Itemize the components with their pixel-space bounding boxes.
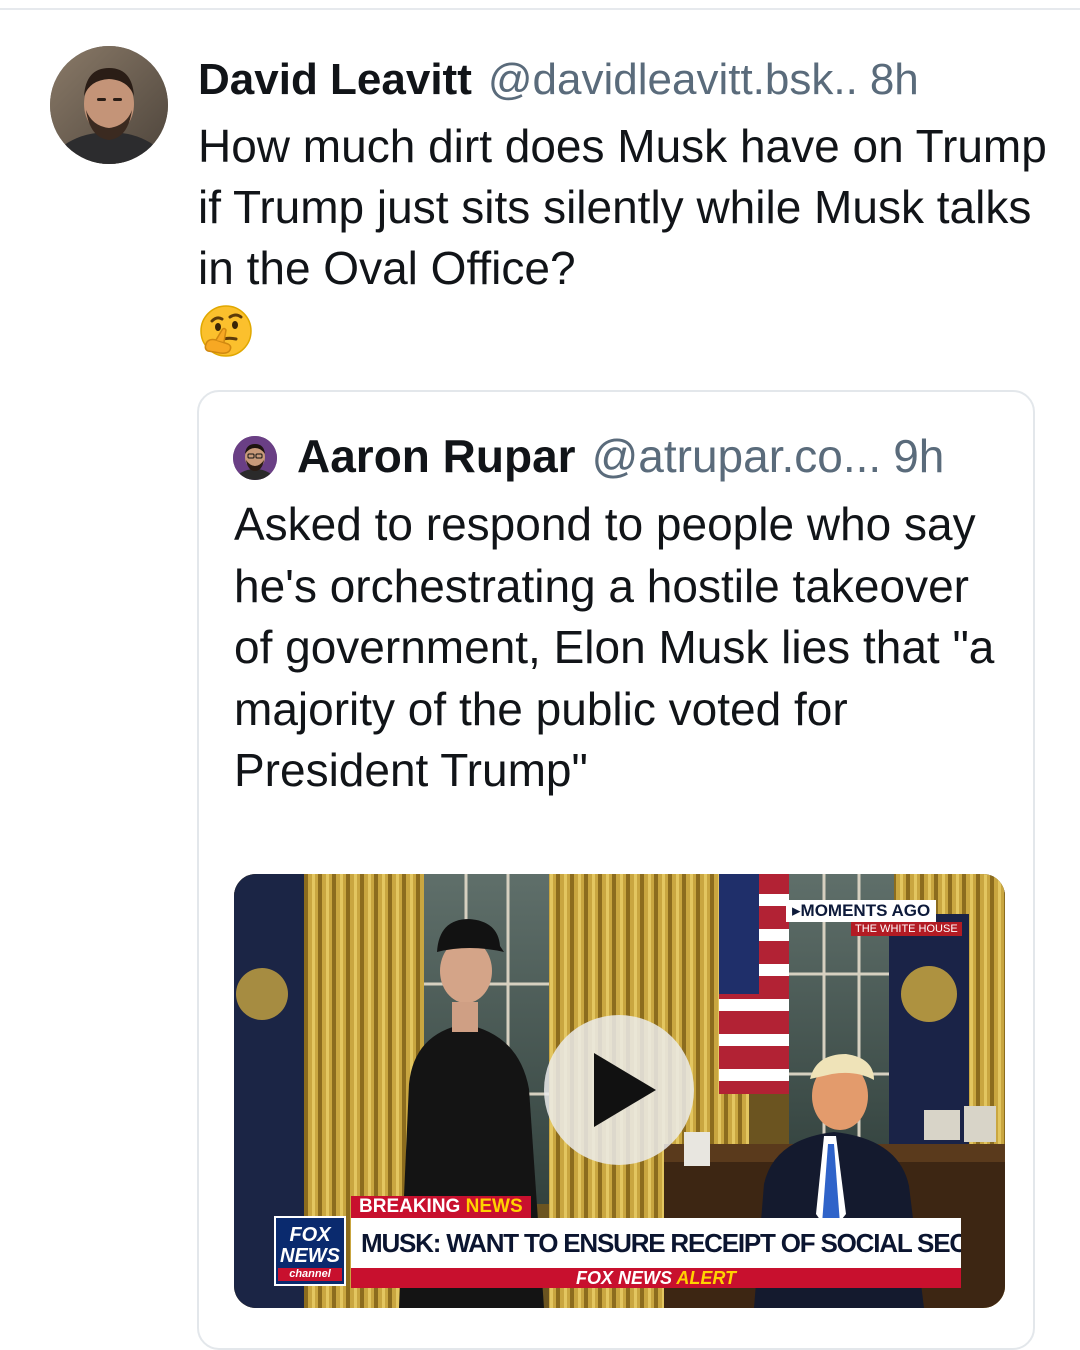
post-text: How much dirt does Musk have on Trump if… [198, 120, 1047, 294]
quoted-post-timestamp[interactable]: 9h [893, 428, 944, 484]
video-embed[interactable]: ▸MOMENTS AGO THE WHITE HOUSE BREAKING NE… [234, 874, 1005, 1308]
bug-location-label: THE WHITE HOUSE [851, 922, 962, 936]
author-handle[interactable]: @davidleavitt.bsk.. [488, 52, 858, 108]
quoted-author-handle[interactable]: @atrupar.co... [592, 428, 882, 484]
moments-ago-bug: ▸MOMENTS AGO [786, 900, 937, 922]
post-timestamp[interactable]: 8h [870, 52, 919, 108]
quoted-post-header: Aaron Rupar @atrupar.co... 9h [297, 428, 1017, 484]
quoted-post-card[interactable]: Aaron Rupar @atrupar.co... 9h Asked to r… [197, 390, 1035, 1350]
alert-ticker: FOX NEWS ALERT [351, 1268, 961, 1288]
logo-line-fox: FOX [289, 1224, 331, 1246]
logo-line-news: NEWS [280, 1245, 340, 1267]
play-icon [594, 1053, 656, 1127]
quoted-post-text: Asked to respond to people who say he's … [234, 498, 995, 796]
logo-line-channel: channel [278, 1268, 342, 1281]
breaking-suffix: NEWS [465, 1196, 523, 1217]
author-name[interactable]: David Leavitt [198, 52, 472, 108]
alert-prefix: FOX NEWS [575, 1268, 672, 1288]
post-header: David Leavitt @davidleavitt.bsk.. 8h [198, 52, 1058, 108]
quoted-author-avatar[interactable] [233, 436, 277, 480]
author-avatar[interactable] [50, 46, 168, 164]
fox-news-logo: FOX NEWS channel [274, 1216, 346, 1286]
alert-suffix: ALERT [676, 1268, 737, 1288]
breaking-news-tag: BREAKING NEWS [351, 1196, 531, 1218]
quoted-author-name[interactable]: Aaron Rupar [297, 428, 576, 484]
thinking-face-icon [198, 304, 254, 360]
quoted-avatar-image [233, 436, 277, 480]
chyron-headline: MUSK: WANT TO ENSURE RECEIPT OF SOCIAL S… [351, 1218, 961, 1268]
avatar-portrait-image [50, 46, 168, 164]
play-button[interactable] [544, 1015, 694, 1165]
post: David Leavitt @davidleavitt.bsk.. 8h How… [0, 0, 1080, 1350]
breaking-prefix: BREAKING [359, 1196, 461, 1217]
